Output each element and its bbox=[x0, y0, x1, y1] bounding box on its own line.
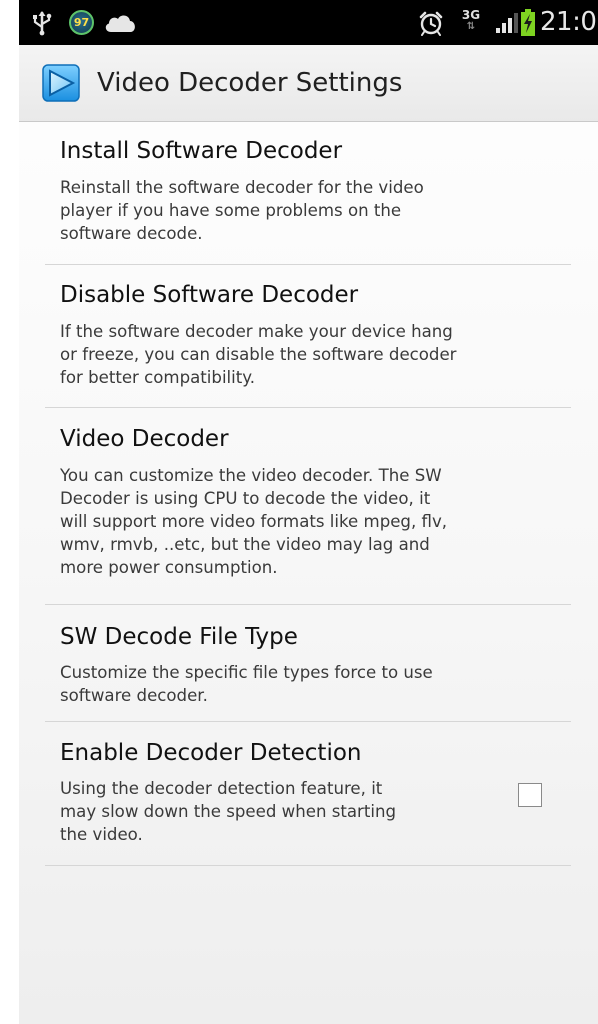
pref-disable-software-decoder[interactable]: Disable Software Decoder If the software… bbox=[45, 265, 571, 408]
clock: 21:03 bbox=[540, 7, 598, 37]
summary-line: software decode. bbox=[60, 224, 203, 243]
status-bar: 97 3G ⇅ 21:03 bbox=[19, 0, 598, 45]
alarm-icon bbox=[419, 11, 443, 36]
summary-line: Decoder is using CPU to decode the video… bbox=[60, 489, 431, 508]
network-3g-icon: 3G ⇅ bbox=[459, 9, 483, 37]
pref-summary: If the software decoder make your device… bbox=[60, 320, 457, 389]
summary-line: will support more video formats like mpe… bbox=[60, 512, 448, 531]
summary-line: for better compatibility. bbox=[60, 368, 256, 387]
network-type: 3G bbox=[461, 8, 481, 22]
battery-badge-icon: 97 bbox=[69, 10, 94, 35]
pref-title: Install Software Decoder bbox=[60, 138, 343, 164]
summary-line: Reinstall the software decoder for the v… bbox=[60, 178, 424, 197]
pref-title: SW Decode File Type bbox=[60, 624, 298, 650]
pref-summary: Reinstall the software decoder for the v… bbox=[60, 176, 424, 245]
summary-line: wmv, rmvb, ..etc, but the video may lag … bbox=[60, 535, 430, 554]
pref-enable-decoder-detection[interactable]: Enable Decoder Detection Using the decod… bbox=[45, 722, 571, 866]
page-title: Video Decoder Settings bbox=[97, 68, 403, 98]
decoder-detection-checkbox[interactable] bbox=[518, 783, 542, 807]
summary-line: Customize the specific file types force … bbox=[60, 663, 433, 682]
cloud-icon bbox=[105, 15, 135, 32]
settings-list: Install Software Decoder Reinstall the s… bbox=[45, 122, 571, 866]
pref-summary: Using the decoder detection feature, it … bbox=[60, 777, 500, 846]
summary-line: If the software decoder make your device… bbox=[60, 322, 453, 341]
pref-install-software-decoder[interactable]: Install Software Decoder Reinstall the s… bbox=[45, 122, 571, 265]
summary-line: may slow down the speed when starting bbox=[60, 802, 397, 821]
pref-title: Disable Software Decoder bbox=[60, 282, 359, 308]
action-bar: Video Decoder Settings bbox=[19, 45, 598, 122]
summary-line: more power consumption. bbox=[60, 558, 278, 577]
pref-video-decoder[interactable]: Video Decoder You can customize the vide… bbox=[45, 408, 571, 605]
summary-line: Using the decoder detection feature, it bbox=[60, 779, 383, 798]
summary-line: software decoder. bbox=[60, 686, 208, 705]
screen: 97 3G ⇅ 21:03 bbox=[19, 0, 598, 1024]
summary-line: or freeze, you can disable the software … bbox=[60, 345, 457, 364]
pref-title: Video Decoder bbox=[60, 426, 229, 452]
battery-charging-icon bbox=[521, 9, 535, 36]
summary-line: the video. bbox=[60, 825, 143, 844]
signal-icon bbox=[496, 13, 518, 33]
network-arrows: ⇅ bbox=[466, 21, 476, 32]
pref-sw-decode-file-type[interactable]: SW Decode File Type Customize the specif… bbox=[45, 605, 571, 722]
pref-title: Enable Decoder Detection bbox=[60, 740, 362, 766]
battery-badge-value: 97 bbox=[73, 16, 90, 29]
usb-icon bbox=[33, 11, 52, 36]
pref-summary: Customize the specific file types force … bbox=[60, 661, 433, 707]
summary-line: You can customize the video decoder. The… bbox=[60, 466, 442, 485]
pref-summary: You can customize the video decoder. The… bbox=[60, 464, 447, 579]
summary-line: player if you have some problems on the bbox=[60, 201, 402, 220]
video-player-app-icon[interactable] bbox=[42, 64, 80, 102]
